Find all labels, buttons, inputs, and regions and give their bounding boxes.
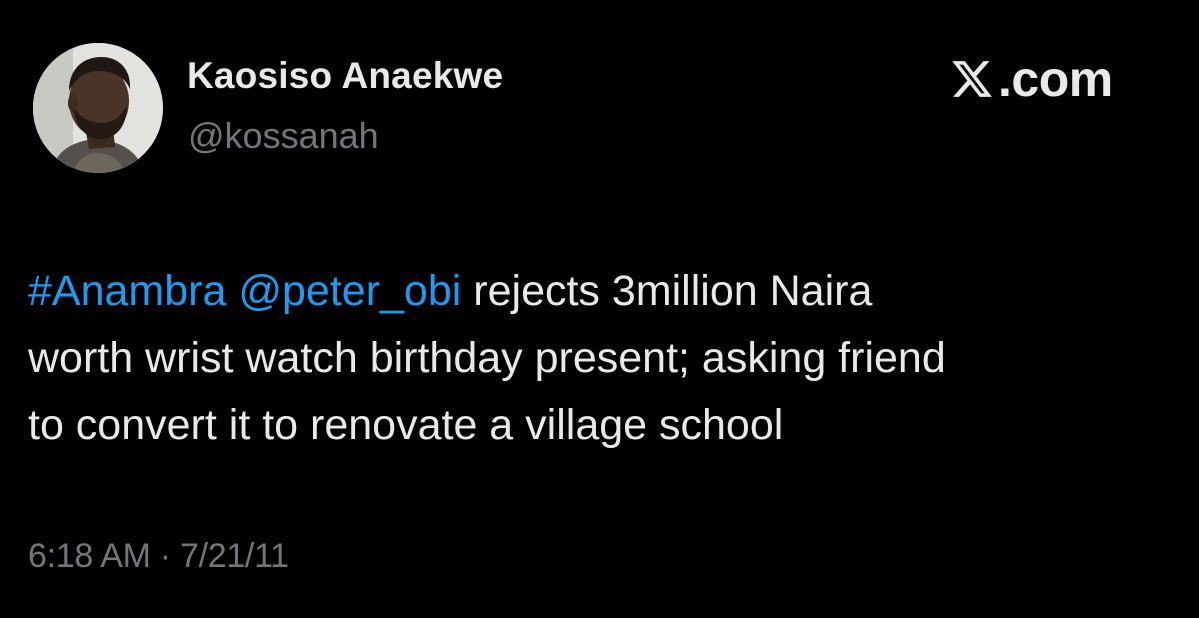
tweet-line-1: #Anambra @peter_obi rejects 3million Nai… [28, 258, 1178, 325]
x-com-branding: .com [950, 54, 1113, 104]
author-handle[interactable]: @kossanah [188, 115, 379, 157]
mention-link[interactable]: @peter_obi [238, 267, 461, 315]
tweet-card: Kaosiso Anaekwe @kossanah .com #Anambra … [0, 0, 1199, 618]
avatar[interactable] [33, 43, 163, 173]
tweet-timestamp[interactable]: 6:18 AM · 7/21/11 [28, 537, 289, 576]
author-display-name[interactable]: Kaosiso Anaekwe [187, 55, 503, 97]
x-logo-icon [952, 61, 992, 97]
tweet-text: #Anambra @peter_obi rejects 3million Nai… [28, 258, 1178, 459]
brand-domain-text: .com [998, 51, 1113, 107]
hashtag-link[interactable]: #Anambra [28, 267, 226, 315]
tweet-line-2: worth wrist watch birthday present; aski… [28, 334, 946, 382]
profile-photo [33, 43, 163, 173]
tweet-line-1-text: rejects 3million Naira [473, 267, 873, 315]
tweet-line-3: to convert it to renovate a village scho… [28, 401, 784, 449]
